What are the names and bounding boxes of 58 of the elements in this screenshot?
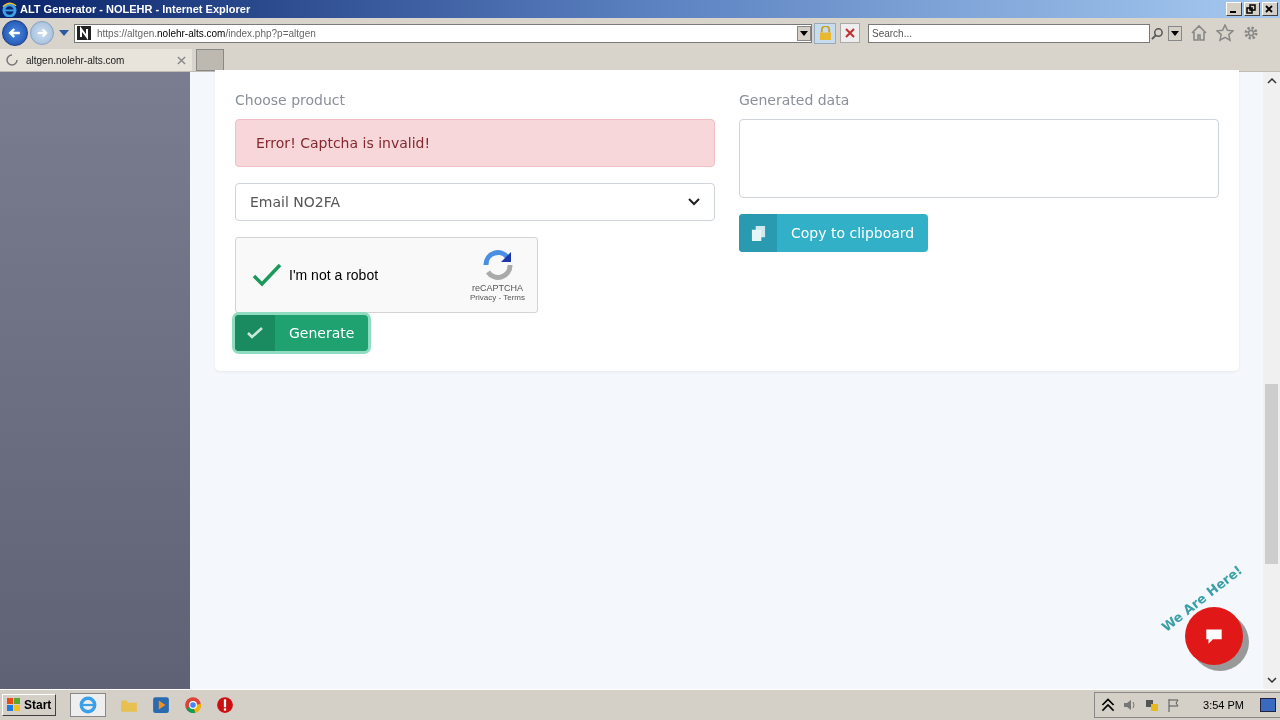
browser-logo-icon: [2, 1, 17, 17]
start-logo-icon: [7, 698, 21, 712]
scroll-down-icon[interactable]: [1266, 677, 1277, 683]
media-player-icon[interactable]: [152, 696, 171, 714]
window-title: ALT Generator - NOLEHR - Internet Explorer: [20, 3, 252, 15]
flag-icon[interactable]: [1167, 698, 1182, 712]
taskbar-clock: 3:54 PM: [1203, 699, 1244, 711]
captcha-label: I'm not a robot: [289, 267, 380, 283]
checkmark-icon[interactable]: [252, 263, 282, 287]
start-button[interactable]: Start: [2, 694, 57, 716]
captcha-links[interactable]: Privacy - Terms: [470, 292, 525, 302]
address-dropdown-button[interactable]: [797, 25, 811, 41]
tab-title: altgen.nolehr-alts.com: [26, 54, 126, 66]
search-field[interactable]: Search...: [868, 23, 1150, 43]
network-icon[interactable]: [1145, 698, 1160, 712]
minimize-icon: [1230, 11, 1236, 13]
padlock-icon: [818, 25, 832, 41]
address-field[interactable]: https://altgen.nolehr-alts.com/index.php?p=altgen: [74, 23, 812, 43]
search-dropdown-button[interactable]: [1168, 25, 1182, 41]
loading-icon: [6, 54, 18, 66]
show-hidden-icon[interactable]: [1101, 698, 1116, 712]
stop-sign-icon[interactable]: [216, 696, 235, 714]
scrollbar-thumb[interactable]: [1265, 384, 1278, 564]
checkmark-icon: [247, 327, 263, 339]
scroll-up-icon[interactable]: [1266, 78, 1277, 84]
caret-icon: [800, 30, 808, 36]
browser-tab[interactable]: altgen.nolehr-alts.com: [0, 49, 192, 71]
stop-button[interactable]: [840, 23, 860, 43]
close-tab-icon[interactable]: [177, 55, 186, 65]
minimize-button[interactable]: [1226, 2, 1242, 16]
output-field[interactable]: [739, 119, 1219, 198]
speaker-icon[interactable]: [1123, 698, 1138, 712]
close-icon: [845, 28, 855, 38]
close-button[interactable]: [1262, 2, 1278, 16]
recaptcha-logo-icon: [481, 248, 514, 281]
product-select[interactable]: Email NO2FA: [235, 183, 715, 221]
settings-icon[interactable]: [1242, 24, 1260, 42]
forward-arrow-icon: [35, 26, 49, 40]
field-label: Choose product: [235, 92, 345, 108]
home-icon[interactable]: [1190, 24, 1208, 42]
close-icon: [1264, 4, 1274, 14]
show-desktop-button[interactable]: [1260, 698, 1276, 712]
chrome-icon[interactable]: [184, 696, 203, 714]
site-favicon-icon: [77, 26, 91, 40]
copy-icon: [750, 224, 766, 242]
search-icon[interactable]: [1151, 26, 1164, 40]
browser-taskbar-icon[interactable]: [70, 693, 107, 717]
dropdown-arrow-icon[interactable]: [59, 30, 69, 36]
error-alert: Error! Captcha is invalid!: [235, 119, 715, 167]
star-icon[interactable]: [1216, 24, 1234, 42]
back-arrow-icon: [7, 25, 23, 41]
back-button[interactable]: [2, 20, 28, 46]
restore-icon: [1246, 4, 1256, 14]
chevron-down-icon: [688, 198, 700, 206]
restore-button[interactable]: [1244, 2, 1260, 16]
captcha-brand: reCAPTCHA: [472, 282, 523, 293]
field-label: Generated data: [739, 92, 850, 108]
caret-icon: [1171, 30, 1179, 36]
